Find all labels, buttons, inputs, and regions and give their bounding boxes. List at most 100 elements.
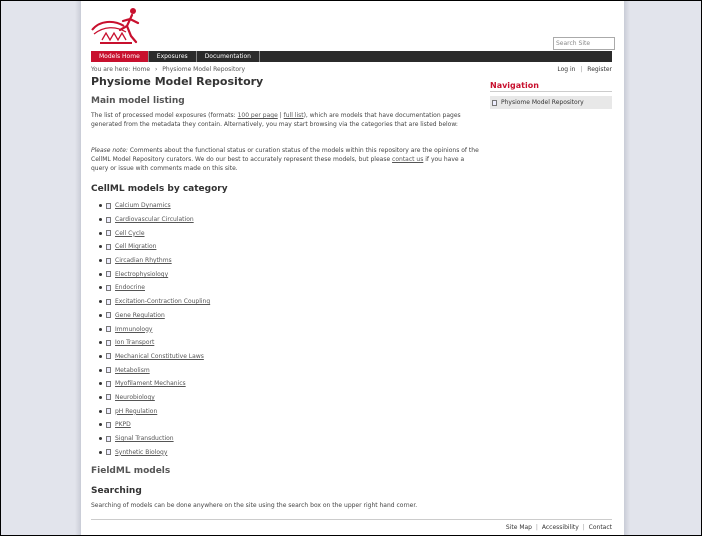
folder-icon: [106, 243, 111, 250]
page: Search Site Models Home Exposures Docume…: [75, 1, 630, 535]
searching-heading: Searching: [91, 486, 142, 496]
bullet-icon: [99, 327, 102, 331]
breadcrumb-separator: ›: [154, 66, 158, 73]
breadcrumb-home[interactable]: Home: [132, 66, 150, 73]
search-input[interactable]: Search Site: [553, 37, 615, 50]
login-link[interactable]: Log in: [557, 66, 575, 73]
folder-icon: [106, 271, 111, 278]
navigation-divider: [490, 91, 612, 92]
tab-models-home[interactable]: Models Home: [91, 51, 149, 62]
folder-icon: [106, 339, 111, 346]
folder-icon: [106, 394, 111, 401]
category-link[interactable]: Cell Cycle: [115, 230, 145, 237]
category-link[interactable]: Myofilament Mechanics: [115, 380, 186, 387]
folder-icon: [106, 284, 111, 291]
user-links: Log in | Register: [557, 66, 612, 73]
category-link[interactable]: Immunology: [115, 326, 152, 333]
folder-icon: [106, 408, 111, 415]
category-link[interactable]: Mechanical Constitutive Laws: [115, 353, 204, 360]
link-100-per-page[interactable]: 100 per page: [238, 112, 278, 119]
category-link[interactable]: Cardiovascular Circulation: [115, 216, 194, 223]
list-item: Calcium Dynamics: [99, 199, 210, 213]
footer-divider: [91, 519, 612, 520]
category-link[interactable]: Circadian Rhythms: [115, 257, 172, 264]
category-link[interactable]: Signal Transduction: [115, 435, 174, 442]
list-item: Gene Regulation: [99, 309, 210, 323]
note-paragraph: Please note: Comments about the function…: [91, 146, 483, 173]
tab-exposures[interactable]: Exposures: [149, 51, 197, 62]
folder-icon: [106, 326, 111, 333]
bullet-icon: [99, 204, 102, 208]
bullet-icon: [99, 368, 102, 372]
listing-text-1: The list of processed model exposures (f…: [91, 112, 238, 119]
cellml-heading: CellML models by category: [91, 184, 228, 194]
list-item: Neurobiology: [99, 391, 210, 405]
bullet-icon: [99, 218, 102, 222]
bullet-icon: [99, 300, 102, 304]
list-item: Cardiovascular Circulation: [99, 213, 210, 227]
category-link[interactable]: Neurobiology: [115, 394, 155, 401]
link-full-list[interactable]: full list: [284, 112, 304, 119]
folder-icon: [106, 380, 111, 387]
bullet-icon: [99, 231, 102, 235]
searching-text: Searching of models can be done anywhere…: [91, 502, 418, 509]
folder-icon: [106, 230, 111, 237]
page-title: Physiome Model Repository: [91, 75, 264, 88]
folder-icon: [106, 435, 111, 442]
footer-divider-2: |: [582, 524, 585, 531]
category-link[interactable]: pH Regulation: [115, 408, 157, 415]
footer-divider-1: |: [535, 524, 538, 531]
list-item: Cell Cycle: [99, 226, 210, 240]
category-link[interactable]: Endocrine: [115, 284, 145, 291]
category-link[interactable]: Gene Regulation: [115, 312, 165, 319]
list-item: Cell Migration: [99, 240, 210, 254]
folder-icon: [106, 421, 111, 428]
folder-icon: [106, 367, 111, 374]
folder-icon: [106, 298, 111, 305]
main-listing-heading: Main model listing: [91, 96, 185, 106]
folder-icon: [106, 257, 111, 264]
bullet-icon: [99, 382, 102, 386]
physiome-logo[interactable]: [90, 6, 142, 46]
category-link[interactable]: Calcium Dynamics: [115, 202, 171, 209]
contact-link[interactable]: Contact: [589, 524, 612, 531]
list-item: Excitation-Contraction Coupling: [99, 295, 210, 309]
register-link[interactable]: Register: [587, 66, 612, 73]
category-link[interactable]: PKPD: [115, 421, 131, 428]
main-navbar: Models Home Exposures Documentation: [91, 51, 612, 62]
fieldml-heading[interactable]: FieldML models: [91, 466, 170, 476]
bullet-icon: [99, 341, 102, 345]
category-link[interactable]: Ion Transport: [115, 339, 154, 346]
list-item: pH Regulation: [99, 404, 210, 418]
note-label: Please note:: [91, 147, 128, 154]
list-item: Endocrine: [99, 281, 210, 295]
bullet-icon: [99, 259, 102, 263]
list-item: Signal Transduction: [99, 432, 210, 446]
category-link[interactable]: Electrophysiology: [115, 271, 168, 278]
list-item: Metabolism: [99, 363, 210, 377]
bullet-icon: [99, 313, 102, 317]
folder-icon: [106, 202, 111, 209]
document-icon: [492, 99, 497, 106]
accessibility-link[interactable]: Accessibility: [542, 524, 579, 531]
tab-documentation[interactable]: Documentation: [197, 51, 260, 62]
bullet-icon: [99, 437, 102, 441]
list-item: PKPD: [99, 418, 210, 432]
category-link[interactable]: Metabolism: [115, 367, 150, 374]
bullet-icon: [99, 409, 102, 413]
bullet-icon: [99, 423, 102, 427]
footer: Site Map | Accessibility | Contact: [506, 524, 612, 531]
list-item: Synthetic Biology: [99, 445, 210, 459]
category-link[interactable]: Synthetic Biology: [115, 449, 167, 456]
category-link[interactable]: Excitation-Contraction Coupling: [115, 298, 210, 305]
contact-us-link[interactable]: contact us: [392, 156, 423, 163]
folder-icon: [106, 353, 111, 360]
navigation-item-label: Physiome Model Repository: [501, 99, 584, 106]
list-item: Immunology: [99, 322, 210, 336]
list-item: Mechanical Constitutive Laws: [99, 350, 210, 364]
folder-icon: [106, 312, 111, 319]
navigation-item[interactable]: Physiome Model Repository: [490, 96, 612, 109]
site-map-link[interactable]: Site Map: [506, 524, 532, 531]
category-link[interactable]: Cell Migration: [115, 243, 156, 250]
breadcrumb: You are here: Home › Physiome Model Repo…: [91, 66, 245, 73]
